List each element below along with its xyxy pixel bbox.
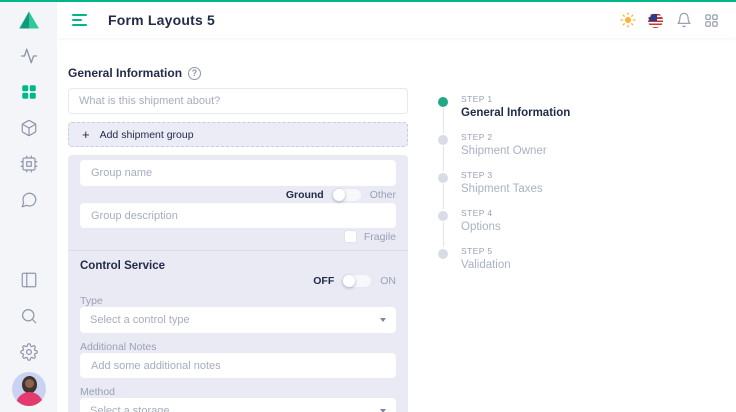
notes-label: Additional Notes [80,341,396,352]
step-5[interactable]: STEP 5 Validation [438,246,613,284]
avatar-face [25,379,34,388]
step-dot [438,173,448,183]
group-name-input[interactable] [80,160,396,186]
fragile-checkbox[interactable] [344,230,357,243]
sidebar-item-dashboard-active[interactable] [0,74,57,110]
user-avatar[interactable] [12,372,46,406]
activity-icon [20,47,38,65]
sidebar-item-settings[interactable] [0,334,57,370]
section-title: General Information [68,66,182,80]
step-dot [438,211,448,221]
step-dot [438,135,448,145]
ground-other-toggle[interactable] [332,188,362,202]
page-title: Form Layouts 5 [108,12,215,28]
sidebar-item-messages[interactable] [0,182,57,218]
step-title: General Information [461,107,613,119]
panel-divider [68,250,408,251]
off-label: OFF [313,275,334,287]
step-3[interactable]: STEP 3 Shipment Taxes [438,170,613,208]
toggle-knob [333,189,345,201]
sidebar [0,2,57,412]
plus-icon: + [82,128,90,141]
main-content: General Information ? + Add shipment gro… [57,38,736,412]
fragile-label: Fragile [364,231,396,243]
us-flag-icon [648,13,663,28]
sidebar-item-search[interactable] [0,298,57,334]
step-dot [438,97,448,107]
top-accent-strip [0,0,736,2]
step-title: Options [461,221,613,233]
section-header: General Information ? [68,66,408,80]
header-actions [619,12,736,29]
settings-gear-icon [20,343,38,361]
on-label: ON [380,275,396,287]
step-dot [438,249,448,259]
fragile-row: Fragile [80,230,396,243]
step-label: STEP 2 [461,132,613,142]
step-title: Shipment Taxes [461,183,613,195]
add-shipment-group-button[interactable]: + Add shipment group [68,122,408,147]
grid-icon [20,83,38,101]
form-stepper: STEP 1 General Information STEP 2 Shipme… [438,94,613,284]
theme-sun-icon[interactable] [619,12,636,29]
toggle-left-label: Ground [286,189,324,201]
storage-method-select[interactable]: Select a storage [80,398,396,412]
apps-grid-menu-icon[interactable] [703,12,720,29]
language-flag-icon[interactable] [647,12,664,29]
layout-icon [20,271,38,289]
step-2[interactable]: STEP 2 Shipment Owner [438,132,613,170]
shipment-form: General Information ? + Add shipment gro… [68,38,408,412]
app-logo[interactable] [0,2,57,38]
chevron-down-icon [380,318,386,322]
add-group-label: Add shipment group [100,129,194,141]
step-4[interactable]: STEP 4 Options [438,208,613,246]
menu-toggle-icon[interactable] [72,14,87,26]
control-type-placeholder: Select a control type [90,314,190,326]
help-icon[interactable]: ? [188,67,201,80]
shipment-about-input[interactable] [68,88,408,114]
ground-other-toggle-row: Ground Other [80,188,396,202]
notifications-bell-icon[interactable] [675,12,692,29]
shipment-group-panel: Ground Other Fragile Control Service OFF… [68,155,408,412]
additional-notes-input[interactable] [80,353,396,378]
step-label: STEP 1 [461,94,613,104]
cpu-icon [20,155,38,173]
avatar-shirt [16,392,43,406]
step-title: Validation [461,259,613,271]
toggle-knob [343,275,355,287]
control-service-toggle[interactable] [342,274,372,288]
storage-placeholder: Select a storage [90,405,170,412]
cube-icon [20,119,38,137]
group-description-input[interactable] [80,203,396,228]
step-label: STEP 4 [461,208,613,218]
step-label: STEP 3 [461,170,613,180]
control-service-title: Control Service [80,260,396,272]
logo-triangle-icon [18,10,40,30]
method-label: Method [80,386,396,397]
search-icon [20,307,38,325]
sidebar-item-extra-components[interactable] [0,110,57,146]
step-label: STEP 5 [461,246,613,256]
sidebar-item-activity[interactable] [0,38,57,74]
step-title: Shipment Owner [461,145,613,157]
sidebar-item-hardware[interactable] [0,146,57,182]
type-label: Type [80,295,396,306]
step-1[interactable]: STEP 1 General Information [438,94,613,132]
off-on-toggle-row: OFF ON [80,274,396,288]
chat-icon [20,191,38,209]
sidebar-item-layout[interactable] [0,262,57,298]
header: Form Layouts 5 [57,2,736,38]
toggle-right-label: Other [370,189,396,201]
control-type-select[interactable]: Select a control type [80,307,396,333]
